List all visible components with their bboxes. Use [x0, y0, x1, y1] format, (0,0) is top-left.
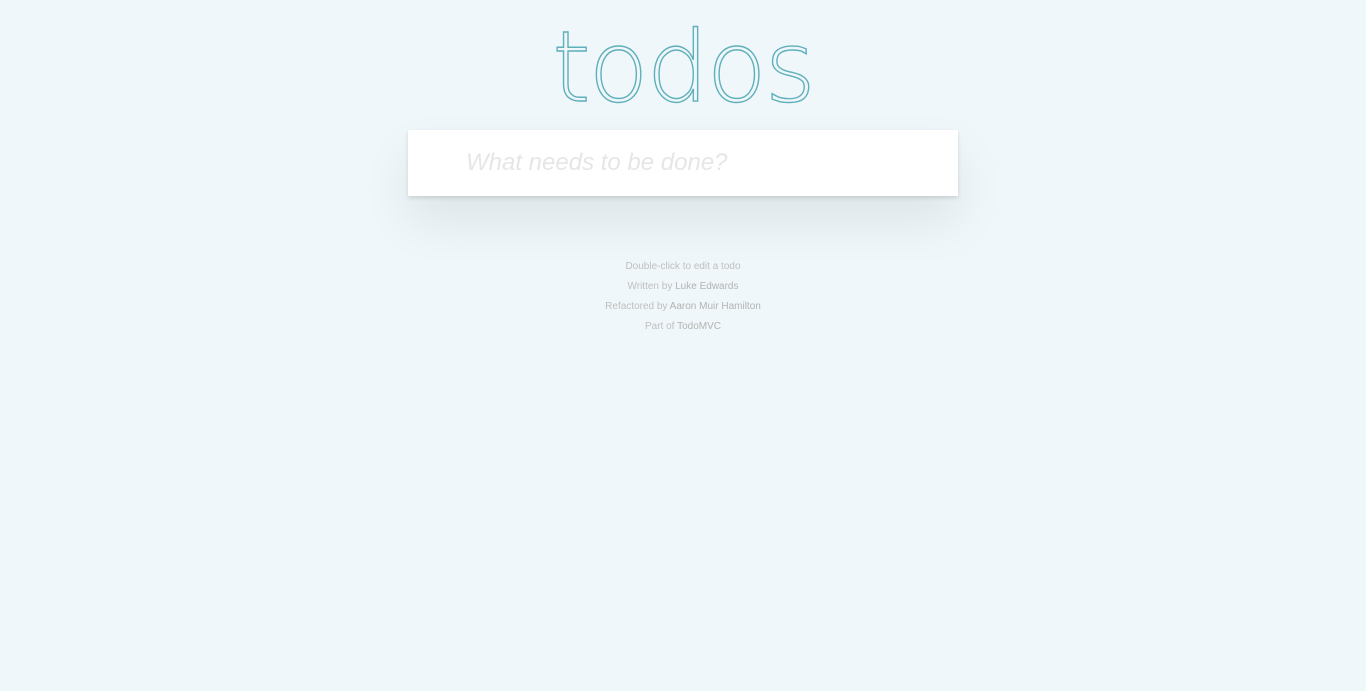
refactored-by-label: Refactored by: [605, 301, 668, 312]
author-link-aaron-muir-hamilton[interactable]: Aaron Muir Hamilton: [670, 301, 761, 312]
edit-hint: Double-click to edit a todo: [625, 261, 741, 272]
todomvc-link[interactable]: TodoMVC: [677, 321, 721, 332]
app-title: todos: [551, 10, 816, 125]
written-by-line: Written by Luke Edwards: [0, 277, 1366, 297]
todo-card: [408, 130, 958, 196]
author-link-luke-edwards[interactable]: Luke Edwards: [675, 281, 738, 292]
new-todo-input[interactable]: [408, 130, 958, 196]
part-of-line: Part of TodoMVC: [0, 317, 1366, 337]
refactored-by-line: Refactored by Aaron Muir Hamilton: [0, 297, 1366, 317]
todo-app: todos Double-click to edit a todo Writte…: [0, 0, 1366, 691]
written-by-label: Written by: [627, 281, 673, 292]
part-of-label: Part of: [645, 321, 675, 332]
info-footer: Double-click to edit a todo Written by L…: [0, 257, 1366, 337]
